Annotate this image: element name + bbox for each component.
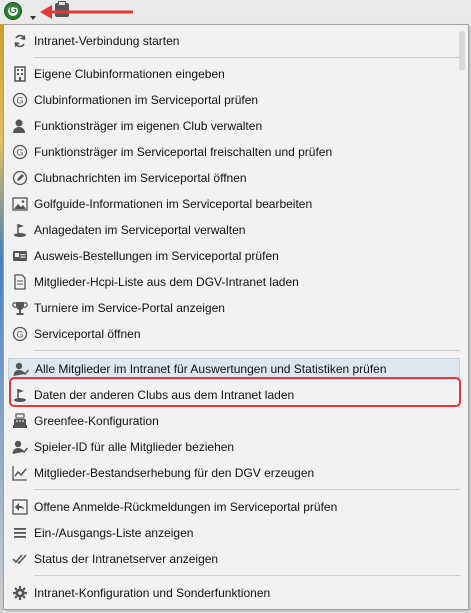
building-icon <box>12 66 28 82</box>
id-card-icon <box>12 248 28 264</box>
red-highlight-annotation <box>9 377 461 407</box>
menu-item-label: Funktionsträger im eigenen Club verwalte… <box>34 119 263 133</box>
menu-item-label: Anlagedaten im Serviceportal verwalten <box>34 223 246 237</box>
menu-separator <box>34 57 460 58</box>
menu-item-label: Clubnachrichten im Serviceportal öffnen <box>34 171 247 185</box>
menu-item-anmelde-rueckmeldungen[interactable]: Offene Anmelde-Rückmeldungen im Servicep… <box>8 496 460 518</box>
gear-icon <box>12 585 28 601</box>
menu-item-label: Greenfee-Konfiguration <box>34 414 159 428</box>
toolbar: G <box>0 0 471 24</box>
menu-item-label: Ausweis-Bestellungen im Serviceportal pr… <box>34 249 279 263</box>
menu-item-ein-ausgangs-liste[interactable]: Ein-/Ausgangs-Liste anzeigen <box>8 522 460 544</box>
list-icon <box>12 525 28 541</box>
menu-item-intranet-verbindung[interactable]: Intranet-Verbindung starten <box>8 30 460 52</box>
menu-item-label: Intranet-Verbindung starten <box>34 34 180 48</box>
chart-line-icon <box>12 465 28 481</box>
menu-item-label: Status der Intranetserver anzeigen <box>34 552 219 566</box>
reply-icon <box>12 499 28 515</box>
double-check-icon <box>12 551 28 567</box>
person-icon <box>12 118 28 134</box>
menu-item-label: Clubinformationen im Serviceportal prüfe… <box>34 93 259 107</box>
svg-text:G: G <box>16 96 23 106</box>
menu-separator <box>34 350 460 351</box>
menu-separator <box>34 575 460 576</box>
menu-item-turniere[interactable]: Turniere im Service-Portal anzeigen <box>8 297 460 319</box>
menu-item-ausweis-bestellungen[interactable]: Ausweis-Bestellungen im Serviceportal pr… <box>8 245 460 267</box>
menu-item-greenfee[interactable]: Greenfee-Konfiguration <box>8 410 460 432</box>
menu-item-label: Mitglieder-Hcpi-Liste aus dem DGV-Intran… <box>34 275 299 289</box>
red-arrow-annotation <box>40 5 133 19</box>
menu-item-label: Offene Anmelde-Rückmeldungen im Servicep… <box>34 500 338 514</box>
menu-item-anlagedaten[interactable]: Anlagedaten im Serviceportal verwalten <box>8 219 460 241</box>
menu-item-funktionstraeger-freischalten[interactable]: G Funktionsträger im Serviceportal freis… <box>8 141 460 163</box>
menu-item-serviceportal-oeffnen[interactable]: G Serviceportal öffnen <box>8 323 460 345</box>
dropdown-menu: Intranet-Verbindung starten Eigene Clubi… <box>3 24 469 610</box>
menu-item-intranetserver-status[interactable]: Status der Intranetserver anzeigen <box>8 548 460 570</box>
menu-item-label: Alle Mitglieder im Intranet für Auswertu… <box>35 362 387 376</box>
golf-g-logo-icon[interactable]: G <box>4 2 22 20</box>
menu-item-funktionstraeger-verwalten[interactable]: Funktionsträger im eigenen Club verwalte… <box>8 115 460 137</box>
trophy-icon <box>12 300 28 316</box>
svg-text:G: G <box>16 330 23 340</box>
image-icon <box>12 196 28 212</box>
sync-icon <box>12 33 28 49</box>
menu-item-label: Serviceportal öffnen <box>34 327 141 341</box>
cash-register-icon <box>12 413 28 429</box>
menu-item-spieler-id[interactable]: Spieler-ID für alle Mitglieder beziehen <box>8 436 460 458</box>
menu-item-label: Eigene Clubinformationen eingeben <box>34 67 225 81</box>
menu-item-label: Intranet-Konfiguration und Sonderfunktio… <box>34 586 271 600</box>
menu-item-label: Turniere im Service-Portal anzeigen <box>34 301 225 315</box>
menu-item-label: Funktionsträger im Serviceportal freisch… <box>34 145 333 159</box>
menu-item-intranet-konfiguration[interactable]: Intranet-Konfiguration und Sonderfunktio… <box>8 582 460 604</box>
menu-item-label: Ein-/Ausgangs-Liste anzeigen <box>34 526 194 540</box>
menu-item-label: Spieler-ID für alle Mitglieder beziehen <box>34 440 235 454</box>
menu-item-clubinformationen-pruefen[interactable]: G Clubinformationen im Serviceportal prü… <box>8 89 460 111</box>
menu-item-eigene-clubinformationen[interactable]: Eigene Clubinformationen eingeben <box>8 63 460 85</box>
person-check-icon <box>12 439 28 455</box>
pen-circle-icon <box>12 170 28 186</box>
menu-item-hcpi-liste[interactable]: Mitglieder-Hcpi-Liste aus dem DGV-Intran… <box>8 271 460 293</box>
dropdown-arrow-icon[interactable] <box>30 16 36 20</box>
document-icon <box>12 274 28 290</box>
g-circle-icon: G <box>12 92 28 108</box>
svg-text:G: G <box>16 148 23 158</box>
g-circle-icon: G <box>12 326 28 342</box>
menu-item-label: Mitglieder-Bestandserhebung für den DGV … <box>34 466 315 480</box>
menu-item-golfguide[interactable]: Golfguide-Informationen im Serviceportal… <box>8 193 460 215</box>
menu-item-clubnachrichten[interactable]: Clubnachrichten im Serviceportal öffnen <box>8 167 460 189</box>
course-icon <box>12 222 28 238</box>
g-circle-icon: G <box>12 144 28 160</box>
menu-item-label: Golfguide-Informationen im Serviceportal… <box>34 197 313 211</box>
menu-item-bestandserhebung[interactable]: Mitglieder-Bestandserhebung für den DGV … <box>8 462 460 484</box>
person-check-icon <box>13 361 29 377</box>
menu-separator <box>34 489 460 490</box>
